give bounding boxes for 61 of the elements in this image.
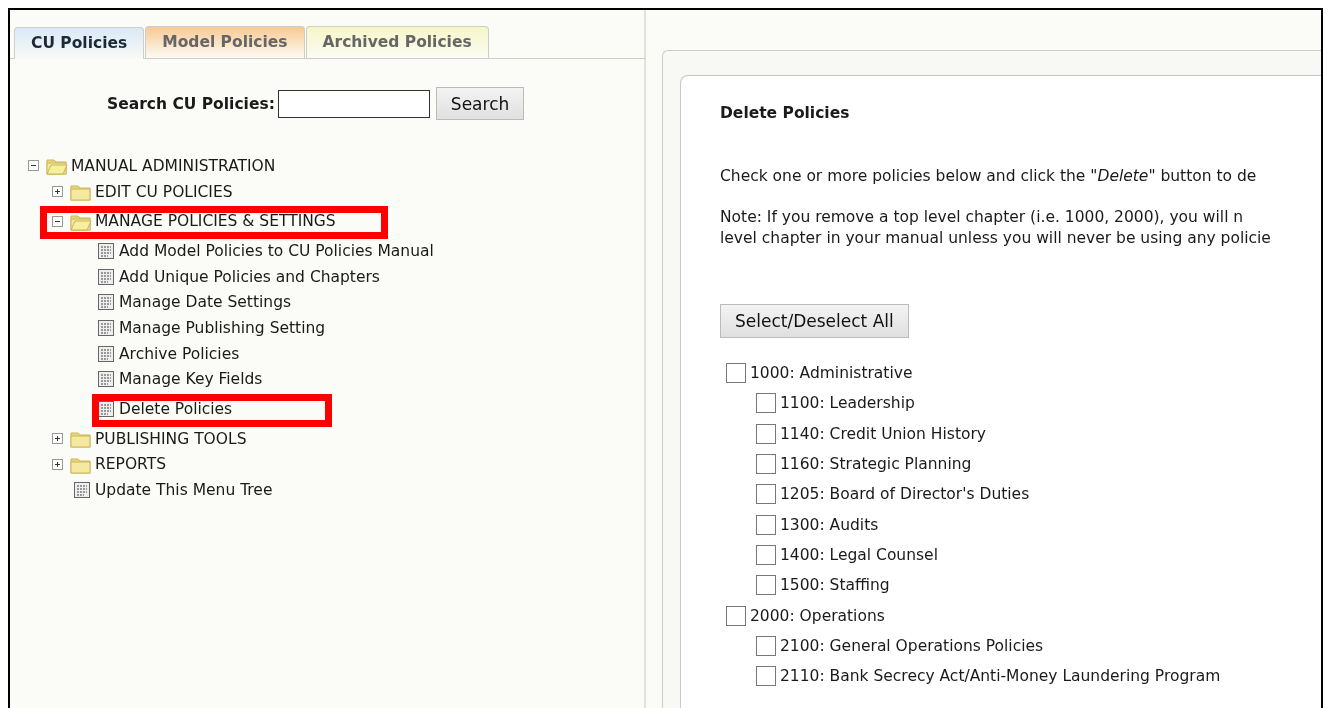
- document-icon: [97, 267, 115, 286]
- checkbox[interactable]: [756, 454, 776, 475]
- open-folder-icon: [46, 156, 68, 176]
- expand-icon[interactable]: [52, 458, 63, 470]
- checkbox[interactable]: [756, 484, 776, 505]
- policy-checkbox-row[interactable]: 1300: Audits: [726, 509, 1321, 540]
- policy-checkbox-row[interactable]: 2100: General Operations Policies: [726, 630, 1321, 661]
- checkbox[interactable]: [756, 514, 776, 535]
- tree-item[interactable]: Manage Date Settings: [119, 293, 292, 312]
- select-all-button[interactable]: Select/Deselect All: [720, 304, 909, 338]
- checkbox[interactable]: [726, 605, 746, 626]
- search-button[interactable]: Search: [435, 87, 525, 120]
- tree-item[interactable]: EDIT CU POLICIES: [95, 182, 233, 201]
- checkbox[interactable]: [756, 544, 776, 565]
- tree-item[interactable]: Add Model Policies to CU Policies Manual: [119, 241, 434, 260]
- tree-item[interactable]: MANAGE POLICIES & SETTINGS: [95, 212, 336, 231]
- policy-checkbox-row[interactable]: 1160: Strategic Planning: [726, 448, 1321, 480]
- search-label: Search CU Policies:: [107, 94, 275, 113]
- tree-item[interactable]: Manage Publishing Setting: [119, 318, 326, 337]
- tree-item[interactable]: MANUAL ADMINISTRATION: [71, 156, 276, 175]
- document-icon: [97, 318, 115, 337]
- checkbox[interactable]: [756, 666, 776, 687]
- policy-checkbox-row[interactable]: 1500: Staffing: [726, 570, 1321, 601]
- checkbox[interactable]: [756, 393, 776, 414]
- collapse-icon[interactable]: [28, 160, 39, 172]
- document-icon: [97, 293, 115, 312]
- policy-checkbox-row[interactable]: 1140: Credit Union History: [726, 418, 1321, 449]
- policy-checkbox-row[interactable]: 2110: Bank Secrecy Act/Anti-Money Laundering Program: [726, 660, 1321, 692]
- tree-item[interactable]: Update This Menu Tree: [95, 481, 273, 500]
- tree-item[interactable]: Archive Policies: [119, 344, 240, 363]
- document-icon: [97, 344, 115, 363]
- document-icon: [97, 370, 115, 389]
- instruction-text: Check one or more policies below and click the "Delete" button to de: [720, 166, 1258, 187]
- section-title: Delete Policies: [720, 104, 851, 122]
- expand-icon[interactable]: [52, 186, 63, 198]
- policy-checkbox-row[interactable]: 2000: Operations: [726, 600, 1321, 631]
- tree-item[interactable]: Manage Key Fields: [119, 370, 263, 389]
- checkbox[interactable]: [756, 635, 776, 656]
- tree-item[interactable]: PUBLISHING TOOLS: [95, 429, 247, 448]
- checkbox[interactable]: [756, 575, 776, 596]
- policy-checkbox-row[interactable]: 1400: Legal Counsel: [726, 539, 1321, 571]
- policy-checkbox-row[interactable]: 1000: Administrative: [726, 358, 1321, 389]
- document-icon: [73, 481, 91, 500]
- tree-item[interactable]: Delete Policies: [119, 400, 233, 419]
- folder-icon: [70, 182, 92, 202]
- instruction-text: level chapter in your manual unless you will never be using any policie: [720, 228, 1272, 249]
- tab[interactable]: Model Policies: [145, 26, 305, 58]
- checkbox[interactable]: [726, 363, 746, 384]
- expand-icon[interactable]: [52, 433, 63, 445]
- search-field[interactable]: [277, 89, 430, 118]
- collapse-icon[interactable]: [52, 215, 63, 227]
- tab[interactable]: CU Policies: [14, 27, 145, 59]
- document-icon: [97, 241, 115, 260]
- folder-icon: [70, 429, 92, 449]
- policy-checkbox-row[interactable]: 1205: Board of Director's Duties: [726, 479, 1321, 510]
- tree-item[interactable]: Add Unique Policies and Chapters: [119, 267, 380, 286]
- tree-item[interactable]: REPORTS: [95, 455, 167, 474]
- policy-checkbox-row[interactable]: 1100: Leadership: [726, 388, 1321, 419]
- checkbox[interactable]: [756, 423, 776, 444]
- instruction-text: Note: If you remove a top level chapter (i.e. 1000, 2000), you will n: [720, 207, 1245, 228]
- tab[interactable]: Archived Policies: [305, 26, 489, 58]
